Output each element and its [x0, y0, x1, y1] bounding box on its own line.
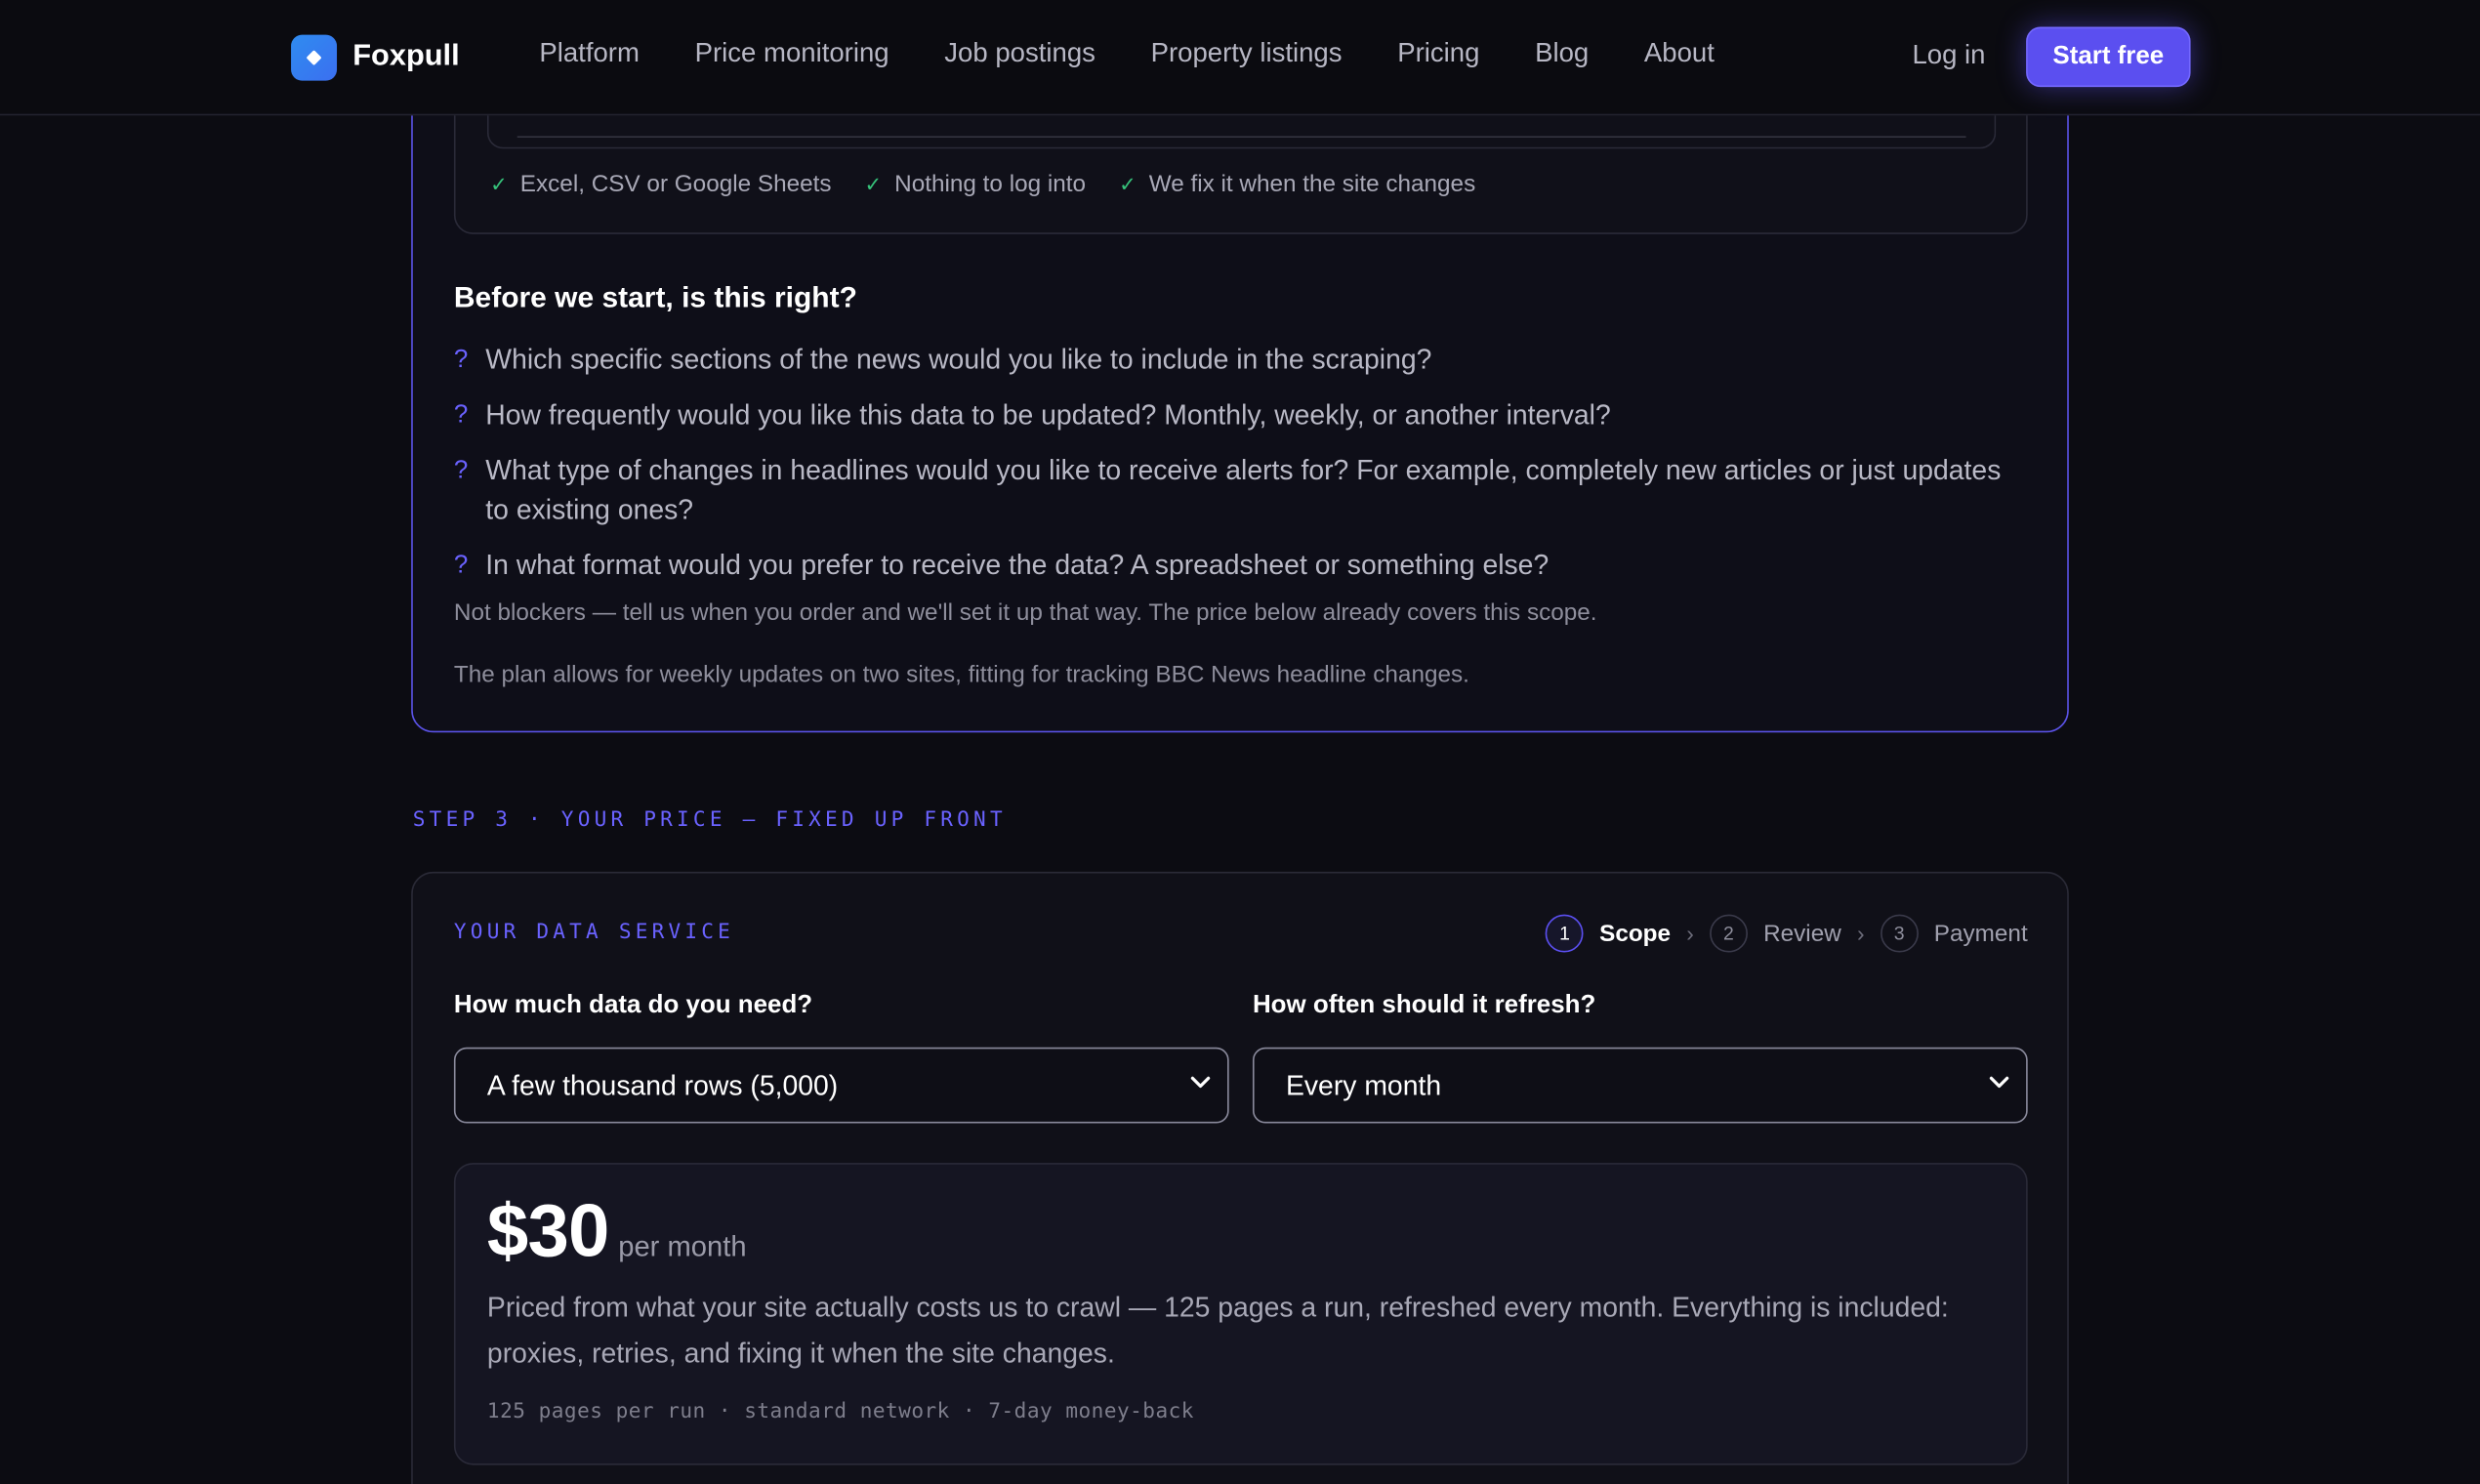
questions-title: Before we start, is this right? [453, 279, 857, 313]
data-amount-label: How much data do you need? [453, 992, 813, 1019]
page: Foxpull Platform Price monitoring Job po… [0, 0, 2480, 1484]
question-mark-icon: ? [453, 346, 469, 374]
feature-check-label: We fix it when the site changes [1148, 171, 1476, 198]
question-item: ? In what format would you prefer to rec… [454, 546, 2005, 586]
question-item: ? How frequently would you like this dat… [454, 395, 2005, 435]
login-link[interactable]: Log in [1912, 40, 1985, 71]
step-scope[interactable]: 1 Scope [1546, 914, 1672, 953]
step-number: 3 [1880, 914, 1919, 953]
price-description: Priced from what your site actually cost… [486, 1291, 1949, 1368]
feature-check-label: Nothing to log into [894, 171, 1087, 198]
step-label: Scope [1599, 920, 1672, 947]
price-amount: $30 [486, 1187, 609, 1272]
step-3-label: STEP 3 · YOUR PRICE — FIXED UP FRONT [412, 808, 1007, 833]
scope-review-card: ✓ Excel, CSV or Google Sheets ✓ Nothing … [411, 17, 2069, 733]
question-text: What type of changes in headlines would … [485, 454, 2002, 526]
step-number: 1 [1546, 914, 1584, 953]
question-text: In what format would you prefer to recei… [485, 549, 1550, 581]
blockers-note: Not blockers — tell us when you order an… [453, 599, 1597, 627]
chevron-right-icon: › [1856, 921, 1865, 947]
check-icon: ✓ [490, 171, 508, 196]
checkout-stepper: 1 Scope › 2 Review › 3 Payment [1546, 914, 2028, 953]
step-payment[interactable]: 3 Payment [1880, 914, 2028, 953]
nav-link-about[interactable]: About [1644, 38, 1715, 69]
price-period: per month [618, 1230, 747, 1263]
step-label: Review [1763, 920, 1841, 947]
check-icon: ✓ [1119, 171, 1137, 196]
question-mark-icon: ? [453, 552, 469, 580]
step-label: Payment [1933, 920, 2028, 947]
step-number: 2 [1710, 914, 1748, 953]
nav-link-property-listings[interactable]: Property listings [1151, 38, 1343, 69]
price-meta: 125 pages per run · standard network · 7… [486, 1400, 1194, 1424]
brand[interactable]: Foxpull [291, 33, 460, 81]
nav-link-blog[interactable]: Blog [1535, 38, 1589, 69]
refresh-label: How often should it refresh? [1252, 992, 1596, 1019]
plan-note: The plan allows for weekly updates on tw… [453, 661, 1469, 688]
chevron-down-icon [1190, 1076, 1211, 1089]
data-service-card: YOUR DATA SERVICE 1 Scope › 2 Review › 3… [411, 871, 2069, 1484]
question-mark-icon: ? [453, 401, 469, 430]
top-nav: Foxpull Platform Price monitoring Job po… [0, 0, 2480, 116]
question-text: How frequently would you like this data … [485, 398, 1611, 431]
price-summary: $30 per month Priced from what your site… [453, 1163, 2028, 1465]
feature-check-item: ✓ Excel, CSV or Google Sheets [490, 171, 831, 198]
data-amount-value: A few thousand rows (5,000) [486, 1068, 839, 1101]
brand-name: Foxpull [352, 39, 460, 73]
nav-links: Platform Price monitoring Job postings P… [539, 38, 1769, 69]
chevron-down-icon [1989, 1076, 2009, 1089]
check-icon: ✓ [864, 171, 883, 196]
questions-list: ? Which specific sections of the news wo… [454, 340, 2005, 600]
data-amount-select[interactable]: A few thousand rows (5,000) [453, 1047, 1229, 1124]
refresh-select[interactable]: Every month [1252, 1047, 2028, 1124]
feature-check-item: ✓ We fix it when the site changes [1119, 171, 1475, 198]
question-item: ? Which specific sections of the news wo… [454, 340, 2005, 380]
nav-link-pricing[interactable]: Pricing [1397, 38, 1479, 69]
step-review[interactable]: 2 Review [1710, 914, 1841, 953]
feature-check-label: Excel, CSV or Google Sheets [519, 171, 832, 198]
question-item: ? What type of changes in headlines woul… [454, 451, 2005, 530]
nav-link-job-postings[interactable]: Job postings [944, 38, 1095, 69]
service-label: YOUR DATA SERVICE [453, 921, 735, 945]
price-row: $30 per month [487, 1186, 747, 1273]
refresh-value: Every month [1285, 1068, 1442, 1101]
question-mark-icon: ? [453, 457, 469, 484]
feature-check-item: ✓ Nothing to log into [865, 171, 1087, 198]
question-text: Which specific sections of the news woul… [485, 343, 1432, 376]
feature-checks: ✓ Excel, CSV or Google Sheets ✓ Nothing … [490, 171, 1509, 198]
brand-logo-icon [291, 33, 338, 80]
nav-link-platform[interactable]: Platform [539, 38, 640, 69]
start-free-button[interactable]: Start free [2026, 26, 2191, 88]
chevron-right-icon: › [1686, 921, 1694, 947]
nav-link-price-monitoring[interactable]: Price monitoring [695, 38, 889, 69]
